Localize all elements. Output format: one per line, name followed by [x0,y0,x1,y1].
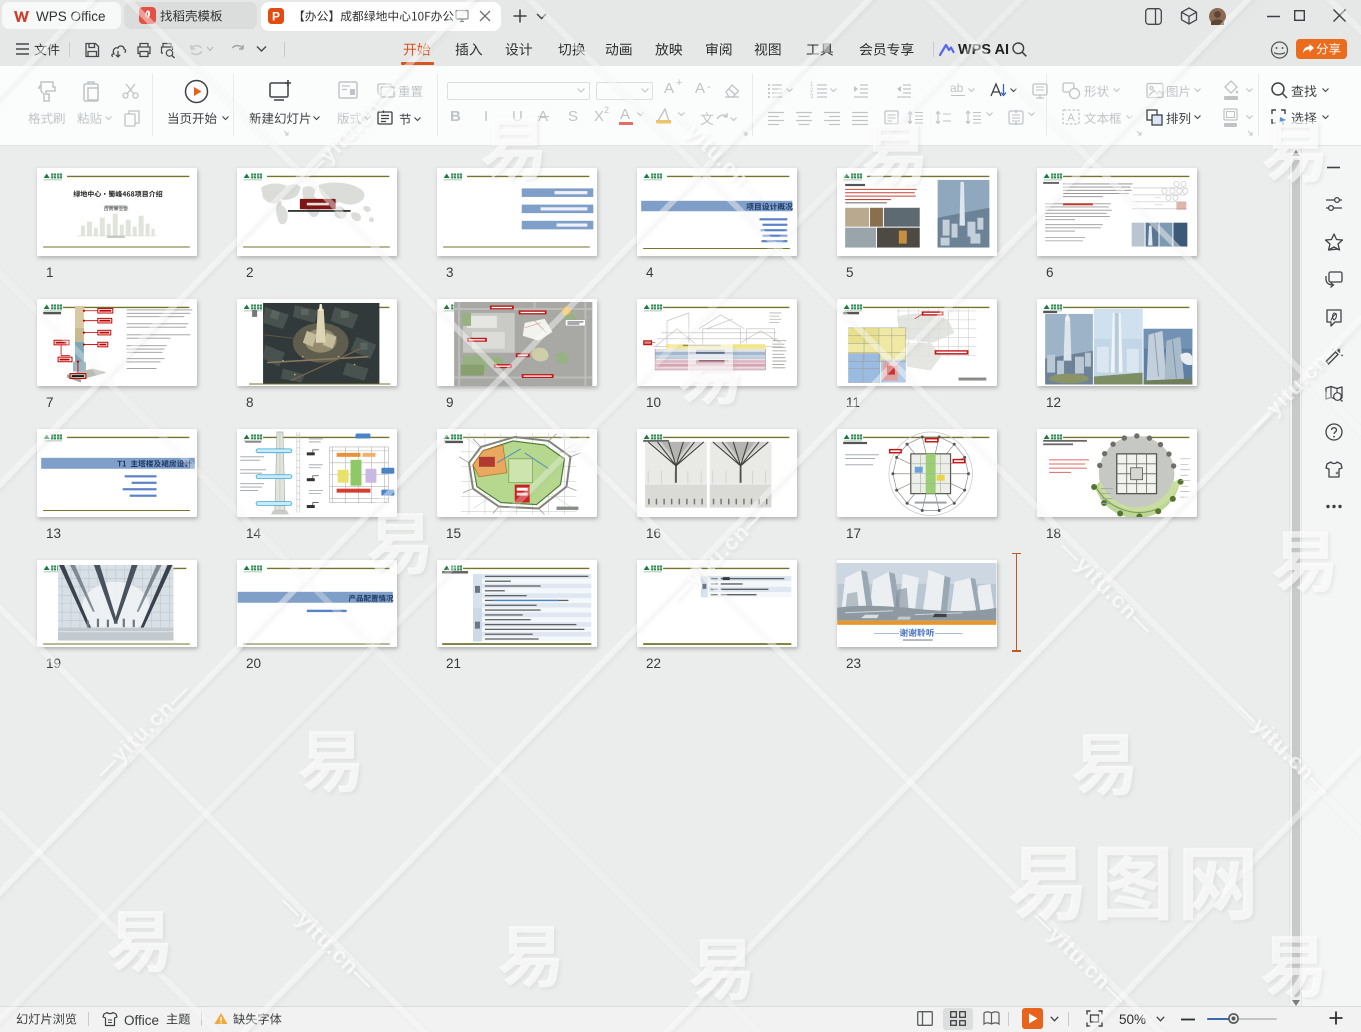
svg-text:P: P [272,10,280,24]
svg-text:A: A [1067,112,1075,124]
